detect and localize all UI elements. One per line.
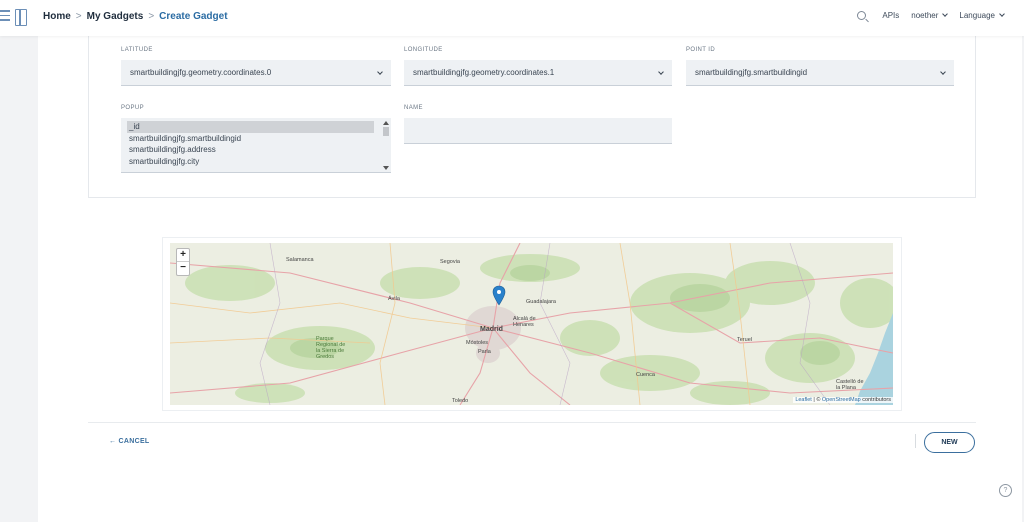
chevron-down-icon (377, 68, 383, 75)
point-id-select[interactable]: smartbuildingjfg.smartbuildingid (686, 60, 954, 86)
chevron-down-icon (940, 68, 946, 75)
popup-option[interactable]: smartbuildingjfg.address (121, 144, 374, 156)
name-input[interactable] (404, 118, 672, 144)
cancel-button[interactable]: ← CANCEL (109, 438, 150, 445)
map-attribution: Leaflet | © OpenStreetMap contributors (793, 397, 893, 403)
point-id-label: POINT ID (686, 47, 716, 53)
map-label-parla: Parla (478, 349, 491, 355)
breadcrumb-current: Create Gadget (159, 11, 228, 22)
map-label-salamanca: Salamanca (286, 257, 314, 263)
popup-option[interactable]: smartbuildingjfg.city (121, 156, 374, 168)
map-label-mostoles: Móstoles (466, 340, 489, 346)
map-label-guadalajara: Guadalajara (526, 299, 556, 305)
breadcrumb: Home > My Gadgets > Create Gadget (43, 11, 228, 22)
popup-option-selected[interactable]: _id (127, 121, 374, 133)
language-menu[interactable]: Language (959, 11, 1005, 20)
map-label-alcala: Alcalá de Henares (513, 316, 536, 328)
longitude-label: LONGITUDE (404, 47, 443, 53)
name-label: NAME (404, 105, 423, 111)
map-label-segovia: Segovia (440, 259, 460, 265)
map-zoom-control: + − (176, 248, 190, 276)
map-label-toledo: Toledo (452, 398, 469, 404)
map-label-cuenca: Cuenca (636, 372, 655, 378)
breadcrumb-home[interactable]: Home (43, 11, 71, 22)
breadcrumb-my-gadgets[interactable]: My Gadgets (87, 11, 144, 22)
apis-link[interactable]: APIs (882, 11, 899, 20)
chevron-down-icon (658, 68, 664, 75)
search-icon[interactable] (857, 11, 867, 20)
latitude-select[interactable]: smartbuildingjfg.geometry.coordinates.0 (121, 60, 391, 86)
chevron-down-icon (999, 11, 1005, 17)
latitude-label: LATITUDE (121, 47, 153, 53)
divider (88, 422, 976, 423)
top-right-menu: APIs noether Language (857, 11, 1005, 20)
map-label-castellon: Castelló de la Plana (836, 379, 864, 391)
scrollbar-thumb[interactable] (383, 127, 389, 136)
breadcrumb-separator: > (75, 11, 82, 22)
sidebar-toggle-icon[interactable] (15, 9, 27, 26)
scroll-down-icon[interactable] (383, 166, 389, 170)
map-label-teruel: Teruel (737, 337, 752, 343)
latitude-value: smartbuildingjfg.geometry.coordinates.0 (130, 68, 272, 77)
point-id-value: smartbuildingjfg.smartbuildingid (695, 68, 808, 77)
scroll-up-icon[interactable] (383, 121, 389, 125)
zoom-out-button[interactable]: − (177, 262, 189, 275)
divider (915, 434, 916, 448)
longitude-value: smartbuildingjfg.geometry.coordinates.1 (413, 68, 555, 77)
longitude-select[interactable]: smartbuildingjfg.geometry.coordinates.1 (404, 60, 672, 86)
menu-icon[interactable] (0, 10, 10, 24)
user-name: noether (911, 11, 939, 20)
attribution-separator: | © (811, 397, 822, 403)
map-label-madrid: Madrid (480, 326, 503, 333)
breadcrumb-separator: > (148, 11, 155, 22)
help-icon[interactable]: ? (999, 484, 1012, 497)
zoom-in-button[interactable]: + (177, 249, 189, 262)
osm-link[interactable]: OpenStreetMap (822, 397, 861, 403)
attribution-suffix: contributors (860, 397, 891, 403)
listbox-scrollbar[interactable] (382, 121, 390, 170)
language-label: Language (959, 11, 995, 20)
map-label-gredos: Parque Regional de la Sierra de Gredos (316, 336, 346, 360)
user-menu[interactable]: noether (911, 11, 949, 20)
popup-option[interactable]: smartbuildingjfg.smartbuildingid (121, 133, 374, 145)
popup-listbox[interactable]: _id smartbuildingjfg.smartbuildingid sma… (121, 118, 391, 173)
top-bar: Home > My Gadgets > Create Gadget APIs n… (0, 0, 1024, 36)
leaflet-link[interactable]: Leaflet (795, 397, 812, 403)
new-button[interactable]: NEW (924, 432, 975, 453)
popup-label: POPUP (121, 105, 145, 111)
chevron-down-icon (942, 11, 949, 17)
map-label-avila: Ávila (388, 296, 400, 302)
